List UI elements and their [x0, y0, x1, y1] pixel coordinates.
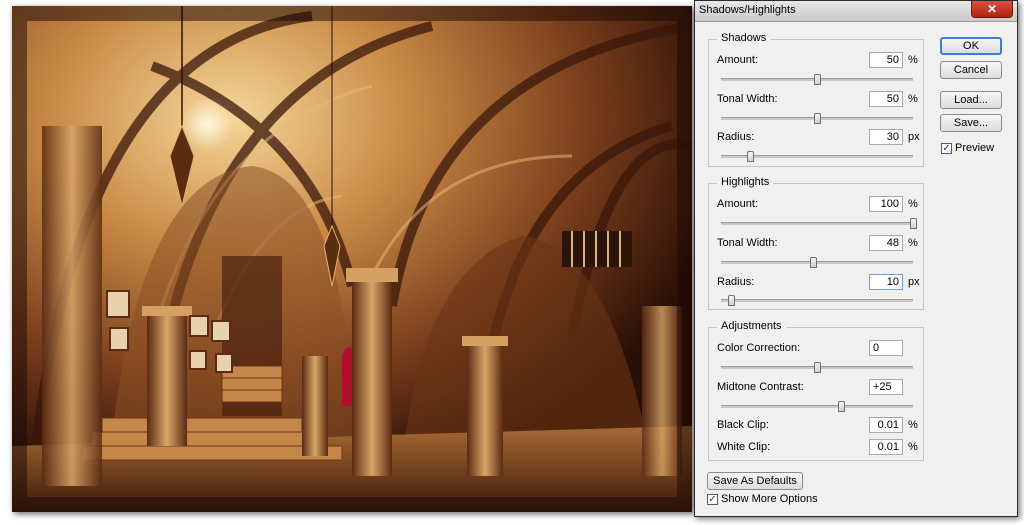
- midtone-contrast-label: Midtone Contrast:: [717, 381, 804, 393]
- close-button[interactable]: ✕: [971, 1, 1013, 18]
- dialog-title: Shadows/Highlights: [699, 4, 796, 16]
- highlights-radius-field[interactable]: [869, 274, 903, 290]
- vaulted-hall-image: [12, 6, 692, 512]
- highlights-radius-slider[interactable]: [721, 295, 913, 306]
- show-more-options-label: Show More Options: [721, 493, 818, 505]
- load-button[interactable]: Load...: [940, 91, 1002, 109]
- save-as-defaults-button[interactable]: Save As Defaults: [707, 472, 803, 490]
- white-clip-unit: %: [908, 441, 918, 453]
- ok-button[interactable]: OK: [940, 37, 1002, 55]
- black-clip-field[interactable]: [869, 417, 903, 433]
- shadows-radius-field[interactable]: [869, 129, 903, 145]
- highlights-radius-slider-thumb[interactable]: [727, 295, 735, 306]
- save-button[interactable]: Save...: [940, 114, 1002, 132]
- shadows-highlights-dialog: Shadows/Highlights ✕ Shadows Amount: % T…: [694, 0, 1018, 517]
- highlights-tonal-width-slider-thumb[interactable]: [810, 257, 818, 268]
- shadows-radius-unit: px: [908, 131, 920, 143]
- document-canvas: [12, 6, 692, 512]
- cancel-button[interactable]: Cancel: [940, 61, 1002, 79]
- adjustments-group-label: Adjustments: [717, 320, 786, 332]
- highlights-amount-slider[interactable]: [721, 218, 917, 229]
- highlights-amount-label: Amount:: [717, 198, 758, 210]
- highlights-tonal-width-unit: %: [908, 237, 918, 249]
- highlights-tonal-width-field[interactable]: [869, 235, 903, 251]
- shadows-radius-slider-thumb[interactable]: [746, 151, 754, 162]
- highlights-tonal-width-label: Tonal Width:: [717, 237, 778, 249]
- shadows-amount-slider[interactable]: [721, 74, 913, 85]
- white-clip-field[interactable]: [869, 439, 903, 455]
- shadows-tonal-width-field[interactable]: [869, 91, 903, 107]
- highlights-radius-unit: px: [908, 276, 920, 288]
- midtone-contrast-slider-thumb[interactable]: [838, 401, 845, 412]
- shadows-radius-label: Radius:: [717, 131, 755, 143]
- highlights-radius-label: Radius:: [717, 276, 755, 288]
- shadows-tonal-width-slider[interactable]: [721, 113, 913, 124]
- highlights-amount-unit: %: [908, 198, 918, 210]
- shadows-tonal-width-unit: %: [908, 93, 918, 105]
- highlights-amount-field[interactable]: [869, 196, 903, 212]
- preview-label: Preview: [955, 142, 995, 154]
- preview-checkbox[interactable]: ✓: [941, 143, 952, 154]
- shadows-amount-field[interactable]: [869, 52, 903, 68]
- shadows-amount-slider-thumb[interactable]: [814, 74, 821, 85]
- shadows-group: Shadows Amount: % Tonal Width: % Radius:…: [708, 32, 924, 167]
- shadows-tonal-width-slider-thumb[interactable]: [814, 113, 821, 124]
- show-more-options-checkbox[interactable]: ✓: [707, 494, 718, 505]
- dialog-titlebar[interactable]: Shadows/Highlights ✕: [695, 1, 1017, 22]
- color-correction-field[interactable]: [869, 340, 903, 356]
- highlights-amount-slider-thumb[interactable]: [910, 218, 917, 229]
- shadows-amount-unit: %: [908, 54, 918, 66]
- highlights-group-label: Highlights: [717, 176, 774, 188]
- highlights-group: Highlights Amount: % Tonal Width: % Radi…: [708, 176, 924, 310]
- highlights-tonal-width-slider[interactable]: [721, 257, 913, 268]
- shadows-tonal-width-label: Tonal Width:: [717, 93, 778, 105]
- shadows-radius-slider[interactable]: [721, 151, 913, 162]
- color-correction-slider-thumb[interactable]: [814, 362, 821, 373]
- black-clip-unit: %: [908, 419, 918, 431]
- shadows-amount-label: Amount:: [717, 54, 758, 66]
- black-clip-label: Black Clip:: [717, 419, 769, 431]
- midtone-contrast-slider[interactable]: [721, 401, 913, 412]
- shadows-group-label: Shadows: [717, 32, 771, 44]
- adjustments-group: Adjustments Color Correction: Midtone Co…: [708, 320, 924, 461]
- close-icon: ✕: [986, 2, 998, 16]
- color-correction-slider[interactable]: [721, 362, 913, 373]
- color-correction-label: Color Correction:: [717, 342, 801, 354]
- midtone-contrast-field[interactable]: [869, 379, 903, 395]
- white-clip-label: White Clip:: [717, 441, 771, 453]
